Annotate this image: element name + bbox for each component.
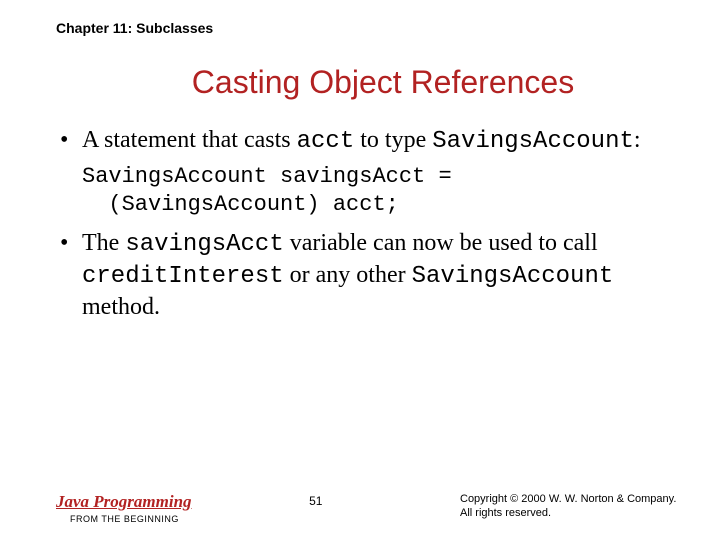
page-number: 51 xyxy=(192,492,460,508)
bullet1-text-b: to type xyxy=(354,127,432,153)
bullet1-code-savingsaccount: SavingsAccount xyxy=(432,128,634,155)
slide: Chapter 11: Subclasses Casting Object Re… xyxy=(0,0,720,540)
bullet2-code-creditinterest: creditInterest xyxy=(82,263,284,290)
chapter-label: Chapter 11: Subclasses xyxy=(56,20,670,36)
footer: Java Programming FROM THE BEGINNING 51 C… xyxy=(56,492,700,524)
code-block: SavingsAccount savingsAcct = (SavingsAcc… xyxy=(82,163,670,218)
bullet1-text-c: : xyxy=(634,127,641,153)
bullet-list: A statement that casts acct to type Savi… xyxy=(56,125,670,157)
bullet2-text-a: The xyxy=(82,230,125,256)
bullet-list-2: The savingsAcct variable can now be used… xyxy=(56,228,670,322)
bullet2-code-savingsaccount2: SavingsAccount xyxy=(412,263,614,290)
bullet2-text-d: method. xyxy=(82,294,160,320)
bullet-item-2: The savingsAcct variable can now be used… xyxy=(56,228,670,322)
copyright: Copyright © 2000 W. W. Norton & Company.… xyxy=(460,492,700,521)
footer-left: Java Programming FROM THE BEGINNING xyxy=(56,492,192,524)
bullet2-code-savingsacct: savingsAcct xyxy=(125,231,283,258)
bullet2-text-c: or any other xyxy=(284,262,412,288)
brand-tagline: FROM THE BEGINNING xyxy=(70,514,192,524)
copyright-line-1: Copyright © 2000 W. W. Norton & Company. xyxy=(460,492,700,506)
bullet2-text-b: variable can now be used to call xyxy=(284,230,598,256)
slide-title: Casting Object References xyxy=(56,64,670,101)
bullet1-text-a: A statement that casts xyxy=(82,127,297,153)
bullet1-code-acct: acct xyxy=(297,128,355,155)
copyright-line-2: All rights reserved. xyxy=(460,506,700,520)
brand-title: Java Programming xyxy=(56,492,192,512)
bullet-item-1: A statement that casts acct to type Savi… xyxy=(56,125,670,157)
